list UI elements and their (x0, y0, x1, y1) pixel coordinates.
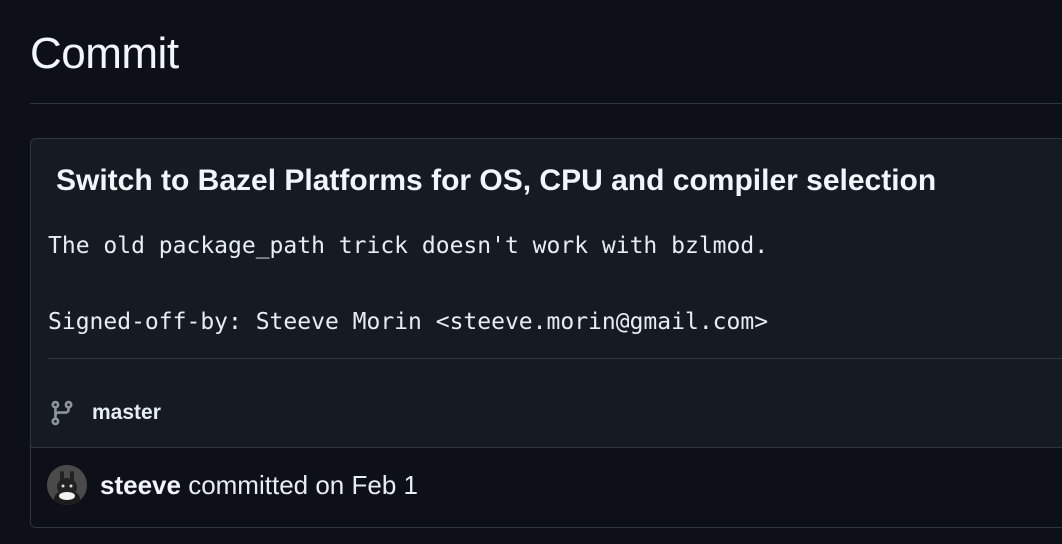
title-divider (30, 103, 1062, 104)
author-link[interactable]: steeve (100, 470, 181, 500)
page-title: Commit (30, 29, 179, 78)
branch-row: master (48, 395, 161, 431)
commit-meta-row: steeve committed on Feb 1 (31, 447, 1062, 527)
committed-date-text: committed on Feb 1 (180, 470, 418, 500)
branch-link-master[interactable]: master (92, 401, 161, 425)
git-branch-icon (48, 399, 76, 427)
commit-title: Switch to Bazel Platforms for OS, CPU an… (56, 164, 937, 197)
description-divider (48, 358, 1062, 359)
commit-box: Switch to Bazel Platforms for OS, CPU an… (30, 138, 1062, 528)
user-avatar[interactable] (47, 465, 87, 505)
commit-description: The old package_path trick doesn't work … (48, 233, 769, 335)
commit-meta-text: steeve committed on Feb 1 (100, 468, 418, 502)
